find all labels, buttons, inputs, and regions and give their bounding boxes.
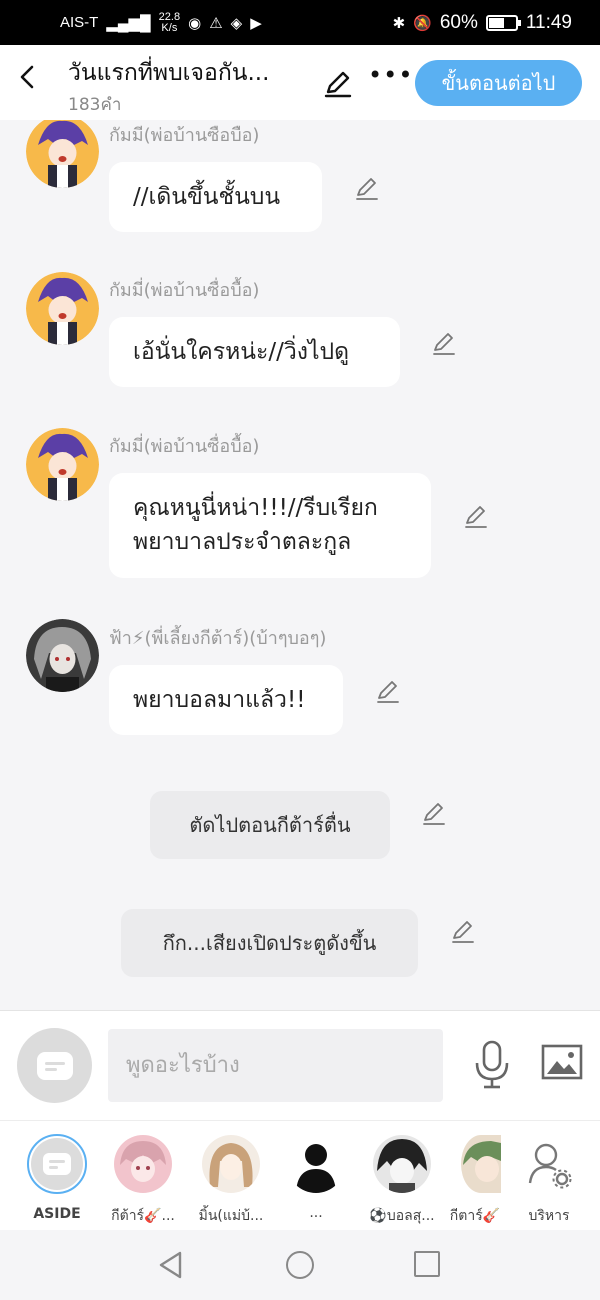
battery-icon — [485, 14, 521, 31]
clock: 11:49 — [525, 11, 572, 33]
character-avatar — [461, 1135, 501, 1193]
speaker-name: ฟ้า⚡(พี่เลี้ยงกีต้าร์)(บ้าๆบอๆ) — [109, 628, 327, 649]
nav-recents-icon[interactable] — [414, 1251, 440, 1277]
edit-title-icon[interactable] — [322, 67, 354, 99]
message-bubble[interactable]: เอ้นั่นใครหน่ะ//วิ่งไปดู — [109, 317, 400, 387]
nav-back-icon[interactable] — [158, 1250, 184, 1284]
message-bubble[interactable]: //เดินขึ้นชั้นบน — [109, 162, 322, 232]
narration-bubble[interactable]: ตัดไปตอนกีต้าร์ตื่น — [150, 791, 390, 859]
message-text-line1: คุณหนูนี่หน่า!!!//รีบเรียก — [133, 495, 378, 521]
character-label: ... — [309, 1205, 323, 1221]
edit-message-icon[interactable] — [354, 175, 380, 201]
chat-area[interactable]: กัมมี(พ่อบ้านซือบือ) //เดินขึ้นชั้นบน กั… — [0, 120, 600, 1010]
edit-narration-icon[interactable] — [421, 800, 447, 826]
story-header: วันแรกที่พบเจอกัน... 183คำ ••• ขั้นตอนต่… — [0, 45, 600, 120]
status-right: ✱ 🔕 60% 11:49 — [393, 12, 572, 34]
avatar[interactable] — [26, 272, 99, 345]
avatar[interactable] — [26, 120, 99, 188]
narration-text: กึก...เสียงเปิดประตูดังขึ้น — [162, 931, 377, 955]
bluetooth-icon: ✱ — [392, 14, 406, 32]
status-left: AIS-T ▂▄▆█ 22.8 K/s ◉ ⚠ ◈ ▶ — [60, 11, 262, 34]
edit-narration-icon[interactable] — [450, 918, 476, 944]
speaker-name: กัมมี่(พ่อบ้านซื่อบื้อ) — [109, 280, 260, 301]
character-label: บริหาร — [528, 1208, 570, 1224]
character-label: กีต้าร์🎸... — [111, 1208, 175, 1224]
character-avatar — [287, 1135, 345, 1193]
more-icon[interactable]: ••• — [368, 61, 413, 89]
spotify-icon: ◉ — [188, 14, 202, 32]
status-bar: AIS-T ▂▄▆█ 22.8 K/s ◉ ⚠ ◈ ▶ ✱ 🔕 60% 11:4… — [0, 0, 600, 45]
edit-message-icon[interactable] — [463, 503, 489, 529]
aside-icon — [43, 1153, 71, 1175]
image-icon[interactable] — [540, 1043, 584, 1083]
speed-unit: K/s — [161, 21, 178, 34]
character-label: ⚽บอลสุ... — [369, 1208, 435, 1224]
message-bubble[interactable]: คุณหนูนี่หน่า!!!//รีบเรียก พยาบาลประจำตล… — [109, 473, 431, 578]
nav-home-icon[interactable] — [286, 1251, 314, 1279]
mute-icon: 🔕 — [413, 14, 432, 32]
microphone-icon[interactable] — [472, 1039, 512, 1091]
character-bar: ASIDE กีต้าร์🎸... มิ้น(แม่บ้... ... ⚽บอล… — [0, 1120, 600, 1230]
next-step-button[interactable]: ขั้นตอนต่อไป — [415, 60, 582, 106]
speaker-name: กัมมี(พ่อบ้านซือบือ) — [109, 125, 260, 146]
message-text: พยาบอลมาแล้ว!! — [133, 687, 306, 713]
word-count: 183คำ — [68, 95, 122, 115]
manage-icon — [520, 1135, 578, 1193]
character-label: ASIDE — [33, 1206, 81, 1222]
app-icon: ◈ — [230, 14, 243, 32]
back-icon[interactable] — [14, 63, 42, 91]
message-text: เอ้นั่นใครหน่ะ//วิ่งไปดู — [133, 339, 350, 365]
system-nav-bar — [0, 1230, 600, 1300]
avatar[interactable] — [26, 428, 99, 501]
narration-bubble[interactable]: กึก...เสียงเปิดประตูดังขึ้น — [121, 909, 418, 977]
narration-text: ตัดไปตอนกีต้าร์ตื่น — [189, 813, 351, 837]
warning-icon: ⚠ — [209, 14, 223, 32]
aside-avatar — [27, 1134, 87, 1194]
avatar[interactable] — [26, 619, 99, 692]
network-speed: 22.8 K/s — [159, 11, 180, 34]
character-avatar — [373, 1135, 431, 1193]
message-input[interactable] — [108, 1029, 443, 1102]
aside-icon — [36, 1051, 73, 1080]
aside-toggle-button[interactable] — [17, 1028, 92, 1103]
message-bubble[interactable]: พยาบอลมาแล้ว!! — [109, 665, 343, 735]
story-title: วันแรกที่พบเจอกัน... — [68, 60, 270, 86]
character-item[interactable]: กีตาร์🎸 — [445, 1131, 505, 1227]
battery-fill — [488, 17, 505, 28]
signal-icon: ▂▄▆█ — [106, 14, 151, 32]
character-label: มิ้น(แม่บ้... — [198, 1208, 264, 1224]
character-avatar — [114, 1135, 172, 1193]
edit-message-icon[interactable] — [431, 330, 457, 356]
character-label: กีตาร์🎸 — [449, 1208, 501, 1224]
character-item[interactable]: ... — [274, 1131, 358, 1221]
character-item[interactable]: กีต้าร์🎸... — [101, 1131, 185, 1227]
battery-percent: 60% — [439, 11, 478, 33]
manage-button[interactable]: บริหาร — [507, 1131, 591, 1227]
youtube-icon: ▶ — [250, 14, 262, 32]
edit-message-icon[interactable] — [375, 678, 401, 704]
input-bar — [0, 1010, 600, 1120]
character-aside[interactable]: ASIDE — [15, 1131, 99, 1222]
carrier-label: AIS-T — [60, 14, 99, 31]
character-item[interactable]: มิ้น(แม่บ้... — [189, 1131, 273, 1227]
message-text-line2: พยาบาลประจำตละกูล — [133, 529, 352, 555]
speaker-name: กัมมี่(พ่อบ้านซื่อบื้อ) — [109, 436, 260, 457]
character-item[interactable]: ⚽บอลสุ... — [360, 1131, 444, 1227]
character-avatar — [202, 1135, 260, 1193]
message-text: //เดินขึ้นชั้นบน — [133, 184, 281, 210]
